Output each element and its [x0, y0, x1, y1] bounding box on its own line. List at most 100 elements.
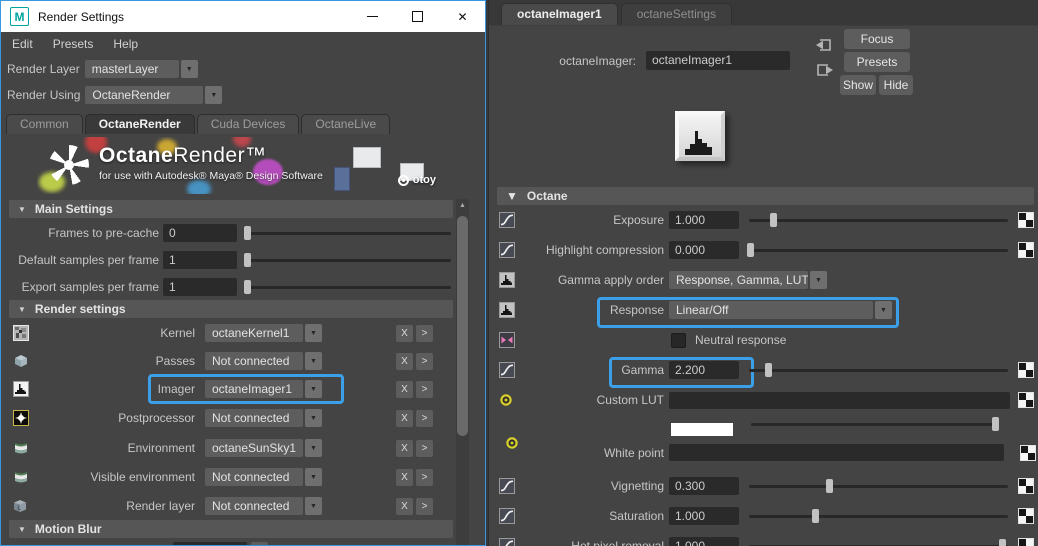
custom-lut-input[interactable] [669, 391, 1010, 409]
texture-dot-icon[interactable] [499, 393, 525, 407]
render-using-dropdown[interactable]: OctaneRender [85, 86, 204, 104]
hide-button[interactable]: Hide [879, 75, 913, 95]
saturation-slider[interactable] [747, 507, 1010, 525]
map-checker-icon[interactable] [1020, 445, 1036, 461]
kernel-node-icon[interactable] [13, 325, 35, 341]
white-point-value-bar[interactable] [669, 444, 1004, 461]
visible-environment-node-icon[interactable] [13, 469, 35, 485]
export-samples-slider[interactable] [244, 278, 453, 296]
vignetting-slider[interactable] [747, 477, 1010, 495]
postprocessor-node-icon[interactable] [13, 410, 35, 426]
saturation-input[interactable]: 1.000 [669, 507, 739, 525]
default-samples-slider[interactable] [244, 251, 453, 269]
focus-button[interactable]: Focus [844, 29, 910, 49]
white-point-color-swatch[interactable] [671, 423, 733, 436]
clipped-button[interactable] [251, 542, 268, 545]
render-layer-clear-button[interactable]: X [396, 497, 413, 515]
curve-icon[interactable] [499, 242, 525, 258]
histogram-icon[interactable] [499, 272, 525, 288]
section-main-settings[interactable]: ▼ Main Settings [9, 200, 453, 218]
maximize-button[interactable] [395, 1, 440, 32]
postprocessor-open-button[interactable]: > [416, 409, 433, 427]
collapse-triangle-icon[interactable]: ▼ [18, 305, 26, 314]
render-layer-node-dropdown[interactable]: Not connected [205, 497, 303, 515]
presets-button[interactable]: Presets [844, 52, 910, 72]
gamma-apply-order-dropdown[interactable]: Response, Gamma, LUT [669, 271, 808, 289]
close-button[interactable]: ✕ [440, 1, 485, 32]
curve-icon[interactable] [499, 212, 525, 228]
passes-clear-button[interactable]: X [396, 352, 413, 370]
chevron-down-icon[interactable]: ▼ [305, 497, 322, 515]
hot-pixel-removal-slider[interactable] [747, 537, 1010, 546]
map-checker-icon[interactable] [1018, 392, 1034, 408]
chevron-down-icon[interactable]: ▼ [305, 468, 322, 486]
map-checker-icon[interactable] [1018, 242, 1034, 258]
environment-clear-button[interactable]: X [396, 439, 413, 457]
export-samples-input[interactable]: 1 [163, 278, 237, 296]
passes-dropdown[interactable]: Not connected [205, 352, 303, 370]
passes-node-icon[interactable] [13, 353, 35, 369]
menu-edit[interactable]: Edit [12, 37, 33, 51]
gamma-slider[interactable] [747, 361, 1010, 379]
chevron-down-icon[interactable]: ▼ [180, 60, 198, 78]
kernel-dropdown[interactable]: octaneKernel1 [205, 324, 303, 342]
collapse-triangle-icon[interactable]: ▼ [506, 189, 518, 203]
frames-to-precache-input[interactable]: 0 [163, 224, 237, 242]
exposure-input[interactable]: 1.000 [669, 211, 739, 229]
collapse-triangle-icon[interactable]: ▼ [18, 525, 26, 534]
section-octane[interactable]: ▼ Octane [497, 187, 1034, 205]
chevron-down-icon[interactable]: ▼ [305, 409, 322, 427]
kernel-clear-button[interactable]: X [396, 324, 413, 342]
chevron-down-icon[interactable]: ▼ [810, 271, 827, 289]
menu-presets[interactable]: Presets [53, 37, 94, 51]
chevron-down-icon[interactable]: ▼ [305, 380, 322, 398]
response-dropdown[interactable]: Linear/Off [669, 301, 873, 319]
visible-environment-dropdown[interactable]: Not connected [205, 468, 303, 486]
imager-dropdown[interactable]: octaneImager1 [205, 380, 303, 398]
render-layer-dropdown[interactable]: masterLayer [84, 60, 179, 78]
menu-help[interactable]: Help [113, 37, 138, 51]
tab-octanelive[interactable]: OctaneLive [301, 114, 391, 134]
curve-icon[interactable] [499, 362, 525, 378]
postprocessor-clear-button[interactable]: X [396, 409, 413, 427]
curve-icon[interactable] [499, 478, 525, 494]
section-render-settings[interactable]: ▼ Render settings [9, 300, 453, 318]
environment-dropdown[interactable]: octaneSunSky1 [205, 439, 303, 457]
mixer-icon[interactable] [499, 332, 525, 348]
tab-common[interactable]: Common [6, 114, 83, 134]
minimize-button[interactable] [350, 1, 395, 32]
collapse-triangle-icon[interactable]: ▼ [18, 205, 26, 214]
visible-environment-clear-button[interactable]: X [396, 468, 413, 486]
tab-cuda-devices[interactable]: Cuda Devices [196, 114, 300, 134]
scroll-up-icon[interactable]: ▲ [456, 199, 469, 212]
imager-clear-button[interactable]: X [396, 380, 413, 398]
clipped-field[interactable] [173, 542, 247, 545]
imager-swatch-preview[interactable] [675, 111, 725, 161]
chevron-down-icon[interactable]: ▼ [875, 301, 892, 319]
render-layer-node-icon[interactable]: L [13, 499, 35, 513]
show-button[interactable]: Show [840, 75, 876, 95]
postprocessor-dropdown[interactable]: Not connected [205, 409, 303, 427]
tab-octaneimager1[interactable]: octaneImager1 [501, 3, 618, 25]
map-checker-icon[interactable] [1018, 508, 1034, 524]
map-checker-icon[interactable] [1018, 362, 1034, 378]
default-samples-input[interactable]: 1 [163, 251, 237, 269]
environment-open-button[interactable]: > [416, 439, 433, 457]
output-connection-icon[interactable] [814, 60, 834, 80]
vertical-scrollbar[interactable]: ▲ [456, 199, 469, 545]
imager-open-button[interactable]: > [416, 380, 433, 398]
passes-open-button[interactable]: > [416, 352, 433, 370]
highlight-compression-slider[interactable] [746, 241, 1010, 259]
scrollbar-thumb[interactable] [457, 216, 468, 436]
curve-icon[interactable] [499, 538, 525, 546]
input-connection-icon[interactable] [814, 35, 834, 55]
chevron-down-icon[interactable]: ▼ [205, 86, 223, 104]
tab-octanesettings[interactable]: octaneSettings [620, 3, 733, 25]
render-layer-open-button[interactable]: > [416, 497, 433, 515]
curve-icon[interactable] [499, 508, 525, 524]
kernel-open-button[interactable]: > [416, 324, 433, 342]
map-checker-icon[interactable] [1018, 212, 1034, 228]
frames-to-precache-slider[interactable] [244, 224, 453, 242]
chevron-down-icon[interactable]: ▼ [305, 324, 322, 342]
white-point-slider[interactable] [749, 415, 1000, 433]
